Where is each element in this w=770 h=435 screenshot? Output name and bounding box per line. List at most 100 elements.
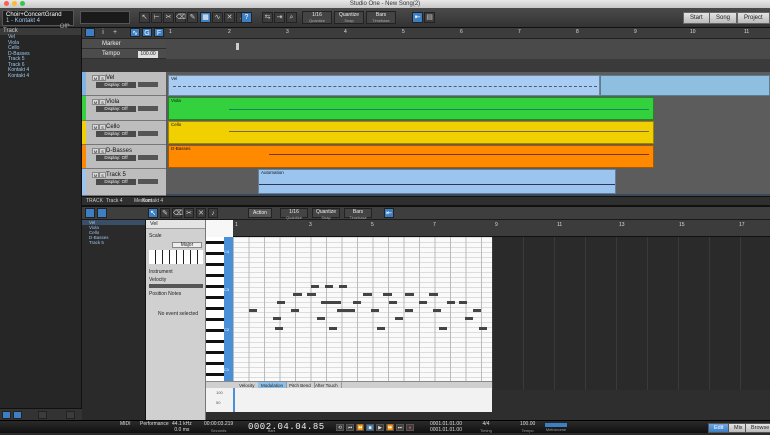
tempo-track-header[interactable]: Tempo 100.00 — [82, 49, 166, 59]
solo-button[interactable]: S — [99, 148, 106, 154]
time-signature[interactable]: 4/4 Timing — [480, 421, 492, 433]
add-icon[interactable] — [38, 411, 47, 419]
add-track-icon[interactable]: + — [110, 28, 120, 37]
midi-note[interactable] — [499, 237, 500, 238]
forward-icon[interactable]: ⏩ — [386, 424, 394, 431]
mute-button[interactable]: M — [92, 172, 99, 178]
midi-note[interactable] — [339, 285, 347, 288]
marker-track-header[interactable]: Marker — [82, 39, 166, 49]
list-item[interactable]: Kontakt 4 — [0, 73, 81, 80]
zoom-icon[interactable]: ⌕ — [286, 12, 297, 23]
midi-note[interactable] — [249, 309, 257, 312]
midi-note[interactable] — [317, 317, 325, 320]
snap-field[interactable]: Quantize Snap — [334, 11, 364, 24]
editor-snap-toggle-icon[interactable]: ⇤ — [384, 208, 394, 218]
back-icon[interactable]: ⏪ — [356, 424, 364, 431]
follow-icon[interactable]: ⇥ — [274, 12, 285, 23]
solo-button[interactable]: S — [99, 75, 106, 81]
editor-listen-icon[interactable]: ♪ — [208, 208, 218, 218]
loop-icon[interactable]: ⟲ — [336, 424, 344, 431]
draw-tool-icon[interactable]: ▦ — [200, 12, 211, 23]
track-folder-icon[interactable]: F — [154, 28, 164, 37]
midi-note[interactable] — [329, 327, 337, 330]
midi-note[interactable] — [377, 327, 385, 330]
time-seconds[interactable]: 00:00:03.219 Seconds — [204, 421, 233, 433]
editor-snap-field[interactable]: Quantize Snap — [312, 208, 340, 220]
mute-button[interactable]: M — [92, 148, 99, 154]
zoom-window-button[interactable] — [20, 1, 25, 6]
note-grid-active[interactable] — [233, 237, 492, 390]
editor-timebase-field[interactable]: Bars Timebase — [344, 208, 372, 220]
volume-fader[interactable] — [138, 131, 158, 136]
nav-browse-button[interactable]: Browse — [745, 423, 770, 433]
midi-note[interactable] — [459, 301, 467, 304]
automation-icon[interactable]: ∿ — [130, 28, 140, 37]
volume-fader[interactable] — [138, 82, 158, 87]
controller-lane[interactable]: 100 50 — [206, 388, 492, 412]
timebase-field[interactable]: Bars Timebase — [366, 11, 396, 24]
midi-note[interactable] — [433, 309, 441, 312]
scale-selector[interactable]: Major — [172, 242, 202, 248]
global-tracks-icon[interactable]: G — [142, 28, 152, 37]
editor-inspector-icon[interactable] — [97, 208, 107, 218]
arrow-tool-icon[interactable]: ↖ — [139, 12, 150, 23]
display-toggle[interactable]: Display: Off — [96, 82, 136, 88]
editor-quantize-field[interactable]: 1/16 Quantize — [280, 208, 308, 220]
tempo-display[interactable]: 100.00 Tempo — [520, 421, 535, 433]
track-header-vel[interactable]: M S Vel Display: Off — [82, 72, 166, 96]
midi-note[interactable] — [275, 327, 283, 330]
global-track-lane[interactable] — [166, 39, 770, 59]
eraser-tool-icon[interactable]: ⌫ — [175, 12, 186, 23]
midi-note[interactable] — [277, 301, 285, 304]
tempo-value[interactable]: 100.00 — [138, 51, 158, 58]
track-header-track5[interactable]: M S Track 5 Display: Off — [82, 169, 166, 196]
tracklist-icon[interactable] — [85, 28, 95, 37]
editor-arrow-icon[interactable]: ↖ — [148, 208, 158, 218]
instrument-preset-selector[interactable]: Choir+ConcertGrand 1 - Kontakt 4 Off* — [2, 10, 74, 30]
help-icon[interactable]: ? — [241, 12, 252, 23]
clip-vel[interactable]: Vel — [168, 75, 600, 96]
solo-button[interactable]: S — [99, 124, 106, 130]
volume-fader[interactable] — [138, 106, 158, 111]
midi-note[interactable] — [383, 293, 392, 296]
note-grid-empty[interactable] — [492, 237, 770, 390]
clip-automation[interactable]: Automation — [258, 169, 616, 194]
editor-tracklist-icon[interactable] — [85, 208, 95, 218]
midi-note[interactable] — [291, 309, 299, 312]
performance-meter[interactable]: Performance — [140, 421, 169, 428]
midi-note[interactable] — [479, 327, 487, 330]
display-toggle[interactable]: Display: Off — [96, 106, 136, 112]
stop-icon[interactable]: ■ — [366, 424, 374, 431]
midi-note[interactable] — [389, 301, 397, 304]
expand-icon[interactable] — [13, 411, 22, 419]
midi-note[interactable] — [395, 317, 403, 320]
minimize-window-button[interactable] — [12, 1, 17, 6]
midi-note[interactable] — [371, 309, 379, 312]
close-window-button[interactable] — [4, 1, 9, 6]
metronome[interactable]: Metronome — [545, 422, 567, 433]
editor-mute-icon[interactable]: ✕ — [196, 208, 206, 218]
mute-button[interactable]: M — [92, 75, 99, 81]
list-item[interactable]: Track 5 — [82, 240, 145, 245]
midi-note[interactable] — [465, 317, 473, 320]
display-toggle[interactable]: Display: Off — [96, 179, 136, 185]
midi-note[interactable] — [429, 293, 438, 296]
nav-project-button[interactable]: Project — [737, 12, 770, 24]
midi-note[interactable] — [405, 309, 413, 312]
note-grid[interactable] — [233, 237, 770, 390]
volume-fader[interactable] — [138, 155, 158, 160]
midi-note[interactable] — [353, 301, 361, 304]
quantize-field[interactable]: 1/16 Quantize — [302, 11, 332, 24]
settings-icon[interactable] — [66, 411, 75, 419]
track-header-viola[interactable]: M S Viola Display: Off — [82, 96, 166, 121]
info-icon[interactable]: i — [98, 28, 108, 37]
clipboard-icon[interactable]: ▤ — [424, 12, 435, 23]
midi-note[interactable] — [473, 309, 481, 312]
pencil-tool-icon[interactable]: ✎ — [187, 12, 198, 23]
mute-tool-icon[interactable]: ✕ — [224, 12, 235, 23]
midi-note[interactable] — [439, 327, 447, 330]
display-toggle[interactable]: Display: Off — [96, 131, 136, 137]
editor-paint-icon[interactable]: ✂ — [184, 208, 194, 218]
editor-ruler[interactable]: 1 3 5 7 9 11 13 15 17 — [233, 220, 770, 237]
nav-start-button[interactable]: Start — [683, 12, 710, 24]
